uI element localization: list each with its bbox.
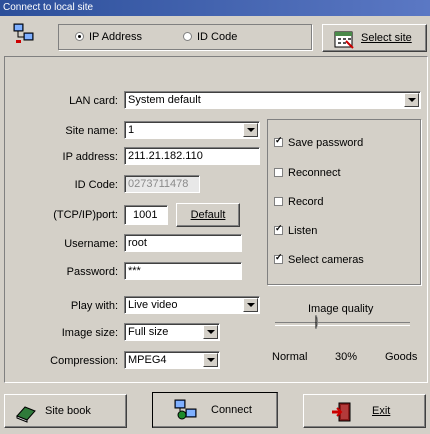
id-code-input[interactable]: 0273711478 bbox=[124, 175, 200, 193]
default-port-button[interactable]: Default bbox=[176, 203, 240, 227]
connect-computers-icon bbox=[174, 399, 197, 420]
exit-door-icon bbox=[332, 402, 351, 422]
username-input[interactable]: root bbox=[124, 234, 242, 252]
listen-checkbox[interactable]: Listen bbox=[274, 223, 317, 237]
quality-slider-thumb[interactable] bbox=[313, 314, 319, 330]
select-site-button[interactable]: Select site bbox=[322, 24, 427, 52]
reconnect-checkbox[interactable]: Reconnect bbox=[274, 167, 341, 179]
record-checkbox[interactable]: Record bbox=[274, 196, 323, 208]
image-size-select[interactable]: Full size bbox=[124, 323, 220, 341]
connect-dialog: Connect to local site IP Address ID Code… bbox=[0, 0, 430, 434]
play-with-label: Play with: bbox=[70, 300, 118, 312]
book-icon bbox=[16, 406, 36, 423]
id-code-radio[interactable]: ID Code bbox=[183, 31, 237, 43]
port-label: (TCP/IP)port: bbox=[53, 209, 118, 221]
lan-card-select[interactable]: System default bbox=[124, 91, 421, 109]
password-input[interactable]: *** bbox=[124, 262, 242, 280]
image-size-label: Image size: bbox=[61, 327, 118, 339]
image-quality-title: Image quality bbox=[308, 303, 374, 315]
quality-max-label: Goods bbox=[385, 351, 418, 363]
save-password-checkbox[interactable]: Save password bbox=[274, 135, 363, 149]
site-book-label: Site book bbox=[45, 405, 91, 417]
site-name-select[interactable]: 1 bbox=[124, 121, 260, 139]
play-with-select[interactable]: Live video bbox=[124, 296, 260, 314]
port-input[interactable]: 1001 bbox=[124, 205, 168, 225]
network-computers-icon bbox=[12, 22, 36, 46]
window-title: Connect to local site bbox=[0, 0, 430, 16]
ip-address-label: IP address: bbox=[62, 151, 118, 163]
connect-label: Connect bbox=[211, 404, 252, 416]
ip-address-radio[interactable]: IP Address bbox=[75, 31, 142, 43]
calendar-icon bbox=[334, 31, 354, 49]
select-cameras-checkbox[interactable]: Select cameras bbox=[274, 252, 364, 266]
ip-address-input[interactable]: 211.21.182.110 bbox=[124, 147, 260, 165]
site-book-button[interactable]: Site book bbox=[4, 394, 127, 428]
connect-button[interactable]: Connect bbox=[152, 392, 278, 428]
password-label: Password: bbox=[66, 266, 118, 278]
site-name-label: Site name: bbox=[65, 125, 118, 137]
quality-min-label: Normal bbox=[272, 351, 308, 363]
quality-value-label: 30% bbox=[335, 351, 358, 363]
connect-mode-group: IP Address ID Code bbox=[58, 24, 312, 50]
compression-select[interactable]: MPEG4 bbox=[124, 351, 220, 369]
compression-label: Compression: bbox=[50, 355, 118, 367]
lan-card-label: LAN card: bbox=[69, 95, 118, 107]
exit-label: Exit bbox=[372, 405, 391, 417]
id-code-label: ID Code: bbox=[74, 179, 118, 191]
username-label: Username: bbox=[64, 238, 118, 250]
quality-slider-track[interactable] bbox=[275, 322, 410, 326]
select-site-label: Select site bbox=[361, 32, 412, 44]
exit-button[interactable]: Exit bbox=[303, 394, 426, 428]
